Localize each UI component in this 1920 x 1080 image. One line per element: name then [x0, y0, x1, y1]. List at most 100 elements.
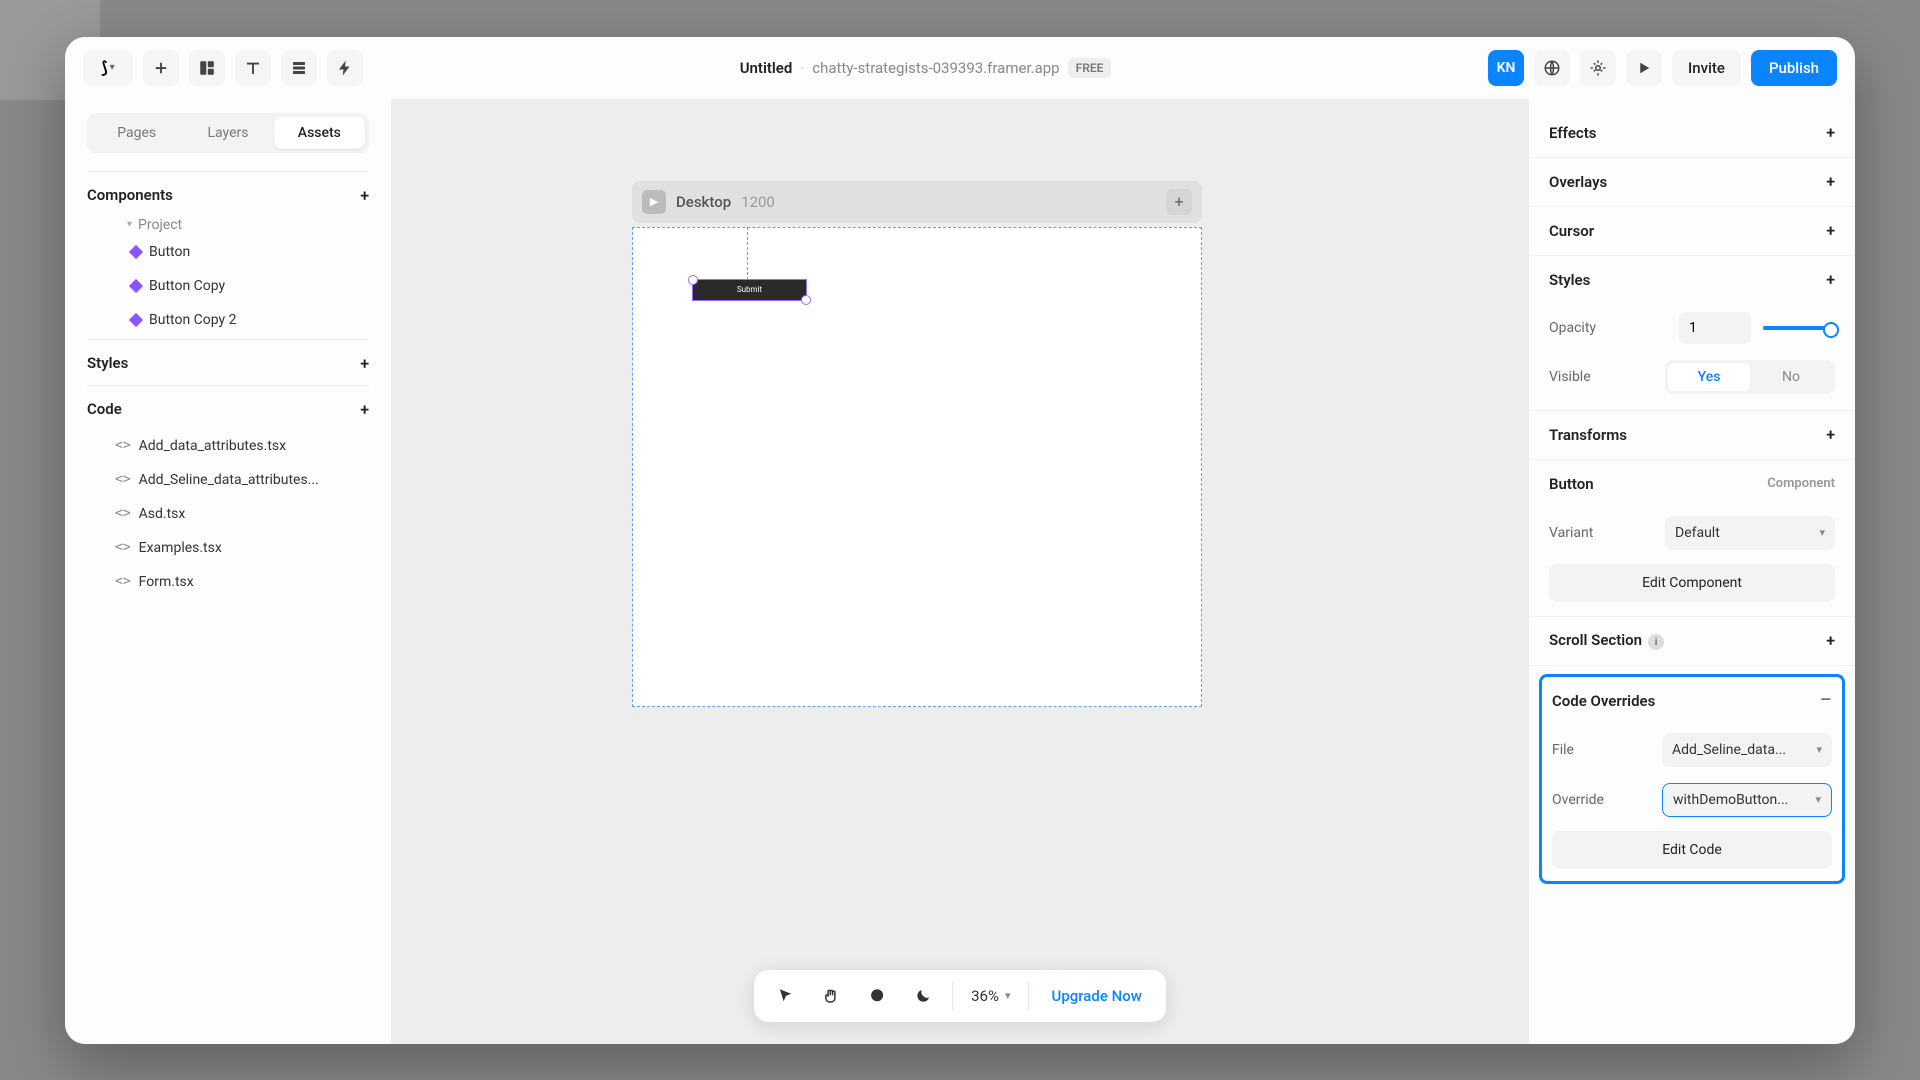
add-code-button[interactable]: + [360, 400, 369, 419]
variant-select[interactable]: Default▾ [1665, 516, 1835, 550]
selected-button-element[interactable]: Submit [692, 279, 807, 301]
code-icon: <> [115, 472, 131, 487]
doc-title[interactable]: Untitled [740, 59, 793, 77]
selection-guide [747, 227, 748, 285]
code-title: Code [87, 400, 122, 418]
add-effect-button[interactable]: + [1826, 123, 1835, 142]
layout-button[interactable] [189, 50, 225, 86]
app-menu-button[interactable]: ⟆ ▾ [83, 50, 133, 86]
comment-tool[interactable] [856, 975, 898, 1017]
component-icon [129, 278, 143, 292]
frame-width: 1200 [741, 193, 775, 211]
tab-layers[interactable]: Layers [182, 117, 273, 149]
component-item[interactable]: Button Copy [87, 271, 369, 301]
override-func-select[interactable]: withDemoButton...▾ [1662, 783, 1832, 817]
variant-label: Variant [1549, 525, 1593, 541]
add-component-button[interactable]: + [360, 186, 369, 205]
play-frame-icon[interactable]: ▶ [642, 190, 666, 214]
canvas[interactable]: ▶ Desktop 1200 + Submit 36% ▾ Upgrade No… [392, 99, 1528, 1044]
zoom-control[interactable]: 36% ▾ [961, 987, 1020, 1005]
code-file-item[interactable]: <>Examples.tsx [87, 533, 369, 563]
add-style-button[interactable]: + [360, 354, 369, 373]
styles-panel-header[interactable]: Styles+ [1549, 256, 1835, 304]
zoom-value: 36% [971, 987, 999, 1005]
user-avatar[interactable]: KN [1488, 50, 1524, 86]
frame-name: Desktop [676, 193, 731, 211]
code-header: Code + [87, 385, 369, 427]
chevron-down-icon: ▾ [1005, 989, 1011, 1002]
doc-url[interactable]: chatty-strategists-039393.framer.app [812, 59, 1059, 77]
top-bar: ⟆ ▾ Untitled · chatty-strategists-039393… [65, 37, 1855, 99]
plan-badge[interactable]: FREE [1068, 58, 1112, 78]
info-icon[interactable]: i [1648, 634, 1664, 650]
frame-header[interactable]: ▶ Desktop 1200 + [632, 181, 1202, 223]
button-component-header: Button Component [1549, 460, 1835, 508]
select-tool[interactable] [764, 975, 806, 1017]
tab-pages[interactable]: Pages [91, 117, 182, 149]
cms-button[interactable] [281, 50, 317, 86]
add-breakpoint-button[interactable]: + [1166, 189, 1192, 215]
pan-tool[interactable] [810, 975, 852, 1017]
add-scroll-button[interactable]: + [1826, 631, 1835, 650]
invite-button[interactable]: Invite [1672, 50, 1741, 86]
cursor-header[interactable]: Cursor+ [1549, 207, 1835, 255]
theme-toggle[interactable] [902, 975, 944, 1017]
preview-button[interactable] [1626, 50, 1662, 86]
styles-header: Styles + [87, 339, 369, 381]
code-overrides-header[interactable]: Code Overrides− [1552, 677, 1832, 725]
add-style-prop-button[interactable]: + [1826, 270, 1835, 289]
text-button[interactable] [235, 50, 271, 86]
visible-toggle[interactable]: Yes No [1665, 360, 1835, 394]
title-area: Untitled · chatty-strategists-039393.fra… [373, 58, 1478, 78]
stack-icon [290, 59, 308, 77]
code-file-item[interactable]: <>Add_data_attributes.tsx [87, 431, 369, 461]
play-icon [1635, 59, 1653, 77]
publish-button[interactable]: Publish [1751, 50, 1837, 86]
code-file-item[interactable]: <>Form.tsx [87, 567, 369, 597]
scroll-section-header[interactable]: Scroll Sectioni+ [1549, 617, 1835, 665]
chevron-down-icon: ▾ [1819, 526, 1825, 539]
add-transform-button[interactable]: + [1826, 425, 1835, 444]
chevron-down-icon: ▾ [110, 62, 115, 73]
framer-logo-icon: ⟆ [101, 58, 107, 77]
visible-yes[interactable]: Yes [1668, 363, 1750, 391]
overlays-header[interactable]: Overlays+ [1549, 158, 1835, 206]
code-icon: <> [115, 438, 131, 453]
component-icon [129, 312, 143, 326]
settings-button[interactable] [1580, 50, 1616, 86]
visible-label: Visible [1549, 369, 1591, 385]
code-file-item[interactable]: <>Add_Seline_data_attributes... [87, 465, 369, 495]
add-button[interactable] [143, 50, 179, 86]
project-folder[interactable]: ▾ Project [87, 217, 369, 233]
right-sidebar: Effects+ Overlays+ Cursor+ Styles+ Opaci… [1528, 99, 1855, 1044]
edit-component-button[interactable]: Edit Component [1549, 564, 1835, 602]
override-func-label: Override [1552, 792, 1604, 808]
visible-no[interactable]: No [1750, 363, 1832, 391]
add-overlay-button[interactable]: + [1826, 172, 1835, 191]
component-item[interactable]: Button [87, 237, 369, 267]
caret-down-icon: ▾ [127, 219, 132, 230]
chevron-down-icon: ▾ [1815, 793, 1821, 806]
add-cursor-button[interactable]: + [1826, 221, 1835, 240]
override-file-label: File [1552, 742, 1574, 758]
component-item[interactable]: Button Copy 2 [87, 305, 369, 335]
styles-title: Styles [87, 354, 128, 372]
main-area: Pages Layers Assets Components + ▾ Proje… [65, 99, 1855, 1044]
code-file-item[interactable]: <>Asd.tsx [87, 499, 369, 529]
opacity-slider[interactable] [1763, 326, 1835, 330]
globe-icon [1543, 59, 1561, 77]
upgrade-button[interactable]: Upgrade Now [1038, 987, 1156, 1005]
component-icon [129, 244, 143, 258]
hand-icon [822, 987, 840, 1005]
effects-header[interactable]: Effects+ [1549, 109, 1835, 157]
collapse-overrides-button[interactable]: − [1819, 688, 1832, 713]
edit-code-button[interactable]: Edit Code [1552, 831, 1832, 869]
globe-button[interactable] [1534, 50, 1570, 86]
opacity-label: Opacity [1549, 320, 1596, 336]
opacity-input[interactable]: 1 [1679, 312, 1751, 344]
tab-assets[interactable]: Assets [274, 117, 365, 149]
left-sidebar: Pages Layers Assets Components + ▾ Proje… [65, 99, 392, 1044]
actions-button[interactable] [327, 50, 363, 86]
override-file-select[interactable]: Add_Seline_data...▾ [1662, 733, 1832, 767]
transforms-header[interactable]: Transforms+ [1549, 411, 1835, 459]
